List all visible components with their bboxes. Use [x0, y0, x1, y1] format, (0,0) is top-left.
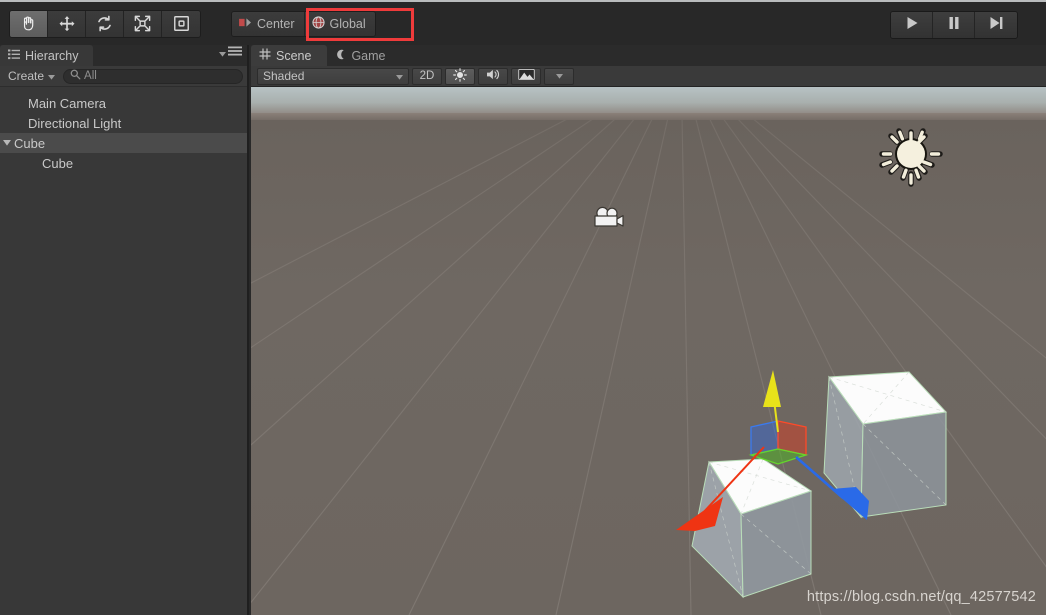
search-input[interactable]: All	[63, 67, 243, 85]
create-button[interactable]: Create	[4, 68, 59, 84]
speaker-icon	[486, 68, 501, 84]
grid-icon	[259, 48, 271, 63]
image-icon	[517, 69, 535, 83]
hierarchy-item[interactable]: Cube	[0, 153, 247, 173]
draw-mode-label: Shaded	[263, 69, 305, 83]
hierarchy-tabstrip: Hierarchy	[0, 45, 247, 66]
play-button[interactable]	[891, 12, 933, 38]
tab-game[interactable]: Game	[327, 45, 401, 66]
tab-hierarchy[interactable]: Hierarchy	[0, 45, 93, 66]
space-mode-button[interactable]: Global	[304, 11, 375, 36]
tab-scene[interactable]: Scene	[251, 45, 328, 66]
hierarchy-list: Main Camera Directional Light Cube Cube	[0, 87, 247, 173]
space-mode-label: Global	[329, 16, 366, 31]
transform-tools-group	[9, 9, 201, 38]
step-icon	[988, 15, 1004, 36]
scale-tool-button[interactable]	[124, 10, 162, 37]
chevron-down-icon	[219, 44, 226, 62]
playmode-controls	[890, 11, 1018, 39]
create-button-label: Create	[8, 69, 45, 83]
sun-icon	[453, 67, 467, 85]
hierarchy-item-label: Main Camera	[28, 95, 107, 111]
move-icon	[58, 15, 76, 33]
search-icon	[70, 67, 81, 85]
hierarchy-item[interactable]: Directional Light	[0, 113, 247, 133]
pivot-mode-button[interactable]: Center	[232, 11, 305, 36]
scene-panel: Scene Game Shaded 2D https://blog.csdn.n…	[251, 45, 1046, 615]
rect-transform-tool-button[interactable]	[162, 10, 200, 37]
hierarchy-item-label: Cube	[42, 155, 74, 171]
hierarchy-options-button[interactable]	[219, 44, 242, 62]
hand-tool-button[interactable]	[10, 10, 48, 37]
play-icon	[904, 15, 920, 36]
scene-effects-toggle[interactable]	[511, 67, 541, 85]
scene-tabstrip: Scene Game	[251, 45, 1046, 66]
hierarchy-item[interactable]: Main Camera	[0, 93, 247, 113]
hamburger-menu-icon	[228, 44, 242, 62]
search-input-value: All	[84, 70, 97, 82]
hand-icon	[19, 14, 38, 33]
scene-lighting-toggle[interactable]	[445, 67, 475, 85]
hierarchy-item[interactable]: Cube	[0, 133, 247, 153]
scene-objects	[676, 370, 948, 599]
move-tool-button[interactable]	[48, 10, 86, 37]
hierarchy-item-label: Directional Light	[28, 115, 122, 131]
pivot-mode-label: Center	[257, 16, 295, 31]
toggle-2d-label: 2D	[419, 70, 435, 82]
scene-audio-toggle[interactable]	[478, 67, 508, 85]
draw-mode-dropdown[interactable]: Shaded	[257, 67, 409, 85]
tab-hierarchy-label: Hierarchy	[25, 48, 79, 63]
cube-object-front	[691, 458, 813, 599]
hierarchy-item-label: Cube	[14, 135, 46, 151]
hierarchy-toolbar: Create All	[0, 66, 247, 87]
rect-icon	[172, 14, 191, 33]
expand-triangle-icon[interactable]	[0, 140, 14, 146]
globe-icon	[311, 15, 325, 32]
chevron-down-icon	[555, 70, 563, 82]
rotate-icon	[95, 14, 114, 33]
hierarchy-panel: Hierarchy Create All Main Camera Directi…	[0, 45, 249, 615]
rotate-tool-button[interactable]	[86, 10, 124, 37]
pivot-space-group: Center Global	[231, 10, 376, 37]
toggle-2d-button[interactable]: 2D	[412, 67, 442, 85]
scene-view-toolbar: Shaded 2D	[251, 66, 1046, 87]
pivot-center-icon	[239, 17, 252, 31]
unity-editor-window: Center Global Hierarchy Create All Main …	[0, 0, 1046, 615]
scale-icon	[133, 14, 152, 33]
pause-button[interactable]	[933, 12, 975, 38]
scene-effects-dropdown[interactable]	[544, 67, 574, 85]
tab-game-label: Game	[351, 48, 386, 63]
step-button[interactable]	[975, 12, 1017, 38]
chevron-down-icon	[396, 69, 403, 83]
watermark-text: https://blog.csdn.net/qq_42577542	[806, 589, 1036, 605]
pause-icon	[946, 15, 962, 36]
scene-viewport[interactable]: https://blog.csdn.net/qq_42577542	[251, 87, 1046, 615]
gamepad-icon	[335, 49, 346, 63]
tab-scene-label: Scene	[276, 48, 312, 63]
main-toolbar: Center Global	[0, 0, 1046, 45]
hierarchy-icon	[8, 49, 20, 63]
chevron-down-icon	[48, 69, 56, 83]
